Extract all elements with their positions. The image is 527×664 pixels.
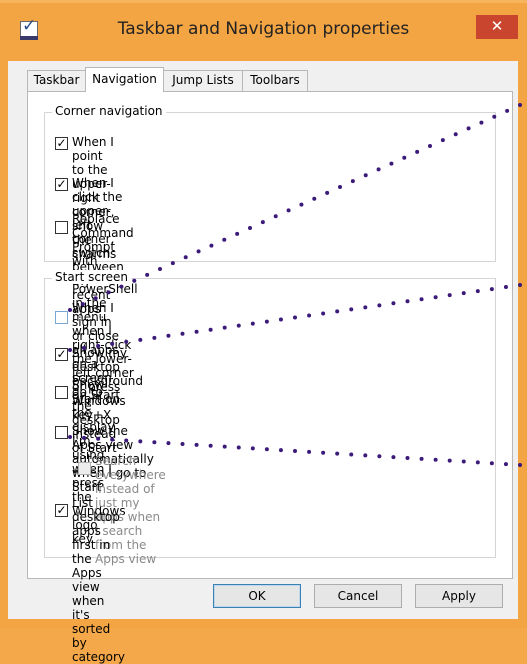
apply-button[interactable]: Apply bbox=[415, 584, 503, 608]
checkbox-powershell[interactable] bbox=[55, 221, 68, 234]
close-icon: ✕ bbox=[490, 17, 504, 35]
tab-toolbars[interactable]: Toolbars bbox=[242, 70, 308, 91]
tab-taskbar[interactable]: Taskbar bbox=[27, 70, 86, 91]
checkbox-desktop-background[interactable]: ✓ bbox=[55, 348, 68, 361]
tab-jump-lists[interactable]: Jump Lists bbox=[163, 70, 243, 91]
checkbox-go-to-desktop[interactable] bbox=[55, 311, 68, 324]
option-desktop-apps-first-label: List desktop apps first in the Apps view… bbox=[72, 496, 126, 664]
checkbox-charms[interactable]: ✓ bbox=[55, 137, 68, 150]
corner-navigation-group: Corner navigation ✓ When I point to the … bbox=[44, 104, 496, 422]
checkbox-start-display[interactable] bbox=[55, 386, 68, 399]
dialog-window: ✓ Taskbar and Navigation properties ✕ Ta… bbox=[0, 0, 527, 664]
checkbox-apps-view[interactable] bbox=[55, 426, 68, 439]
start-screen-legend: Start screen bbox=[52, 270, 132, 284]
checkbox-desktop-apps-first[interactable]: ✓ bbox=[55, 504, 68, 517]
corner-navigation-legend: Corner navigation bbox=[52, 104, 166, 118]
title-bar[interactable]: ✓ Taskbar and Navigation properties ✕ bbox=[0, 3, 527, 61]
window-title: Taskbar and Navigation properties bbox=[117, 19, 410, 39]
checkbox-recent-apps[interactable]: ✓ bbox=[55, 178, 68, 191]
start-screen-group: Start screen When I sign in or close all… bbox=[44, 270, 496, 664]
dialog-body: Taskbar Navigation Jump Lists Toolbars C… bbox=[8, 61, 518, 664]
navigation-panel: Corner navigation ✓ When I point to the … bbox=[27, 91, 513, 664]
tab-navigation[interactable]: Navigation bbox=[85, 67, 164, 92]
checkbox-search-everywhere[interactable] bbox=[78, 462, 91, 475]
ok-button[interactable]: OK bbox=[213, 584, 301, 608]
cancel-button[interactable]: Cancel bbox=[314, 584, 402, 608]
close-button[interactable]: ✕ bbox=[476, 15, 518, 39]
